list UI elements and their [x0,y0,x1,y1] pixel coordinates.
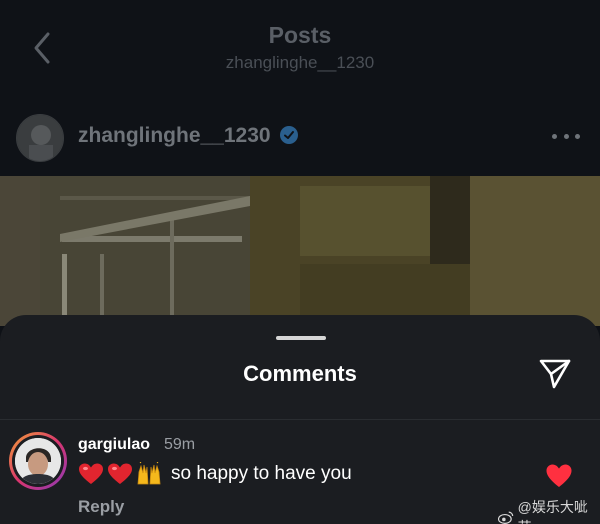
heart-filled-icon [546,464,572,487]
sheet-drag-handle[interactable] [276,336,326,340]
person-photo [15,438,61,484]
post-author-row: zhanglinghe__1230 [0,100,600,176]
watermark: @娱乐大呲花 [498,497,600,524]
reply-button[interactable]: Reply [78,497,124,517]
dot-icon [563,133,569,139]
page-subtitle: zhanglinghe__1230 [225,53,375,72]
comment-timestamp: 59m [164,436,196,453]
red-heart-icon [108,463,132,484]
dot-icon [575,133,580,139]
author-username[interactable]: zhanglinghe__1230 [78,124,271,148]
author-avatar[interactable] [16,114,64,162]
like-button[interactable] [545,463,573,489]
commenter-photo [15,438,61,484]
top-header: Posts zhanglinghe__1230 [0,0,600,100]
comment-body: so happy to have you [78,462,352,486]
verified-icon [280,126,298,144]
post-media[interactable] [0,176,600,326]
post-image [0,176,600,326]
watermark-text: @娱乐大呲花 [517,499,588,524]
commenter-avatar[interactable] [9,432,67,490]
comment-text: so happy to have you [171,463,352,484]
dot-icon [552,133,557,139]
commenter-username[interactable]: gargiulao [78,436,150,454]
comments-title: Comments [243,361,357,386]
share-button[interactable] [537,355,573,391]
comments-sheet: Comments gargiulao 59m so happy to have … [0,315,600,524]
avatar-ring [12,435,64,487]
more-options-button[interactable] [552,126,580,146]
raising-hands-icon [137,462,161,485]
weibo-logo-icon [498,511,514,524]
page-title: Posts [268,22,332,48]
divider [0,419,600,420]
author-photo [17,115,63,161]
red-heart-icon [79,463,103,484]
paper-plane-icon [539,359,571,389]
